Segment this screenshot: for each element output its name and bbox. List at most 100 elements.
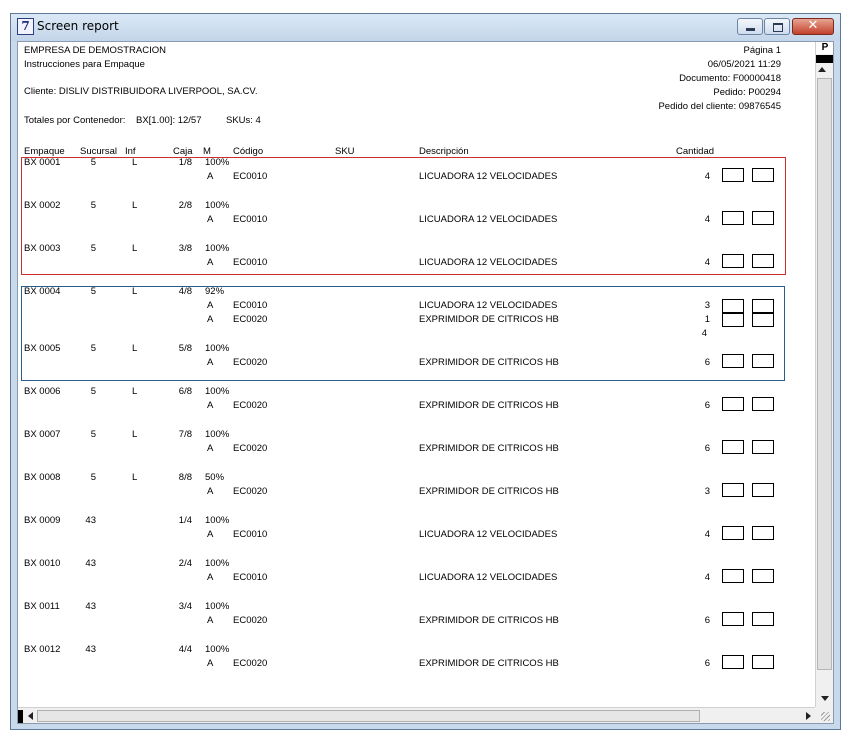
- item-m: A: [207, 615, 214, 626]
- row-empaque: BX 0007: [24, 429, 61, 440]
- horizontal-scroll-thumb[interactable]: [37, 710, 700, 722]
- check-box-b[interactable]: [752, 299, 774, 313]
- check-box-a[interactable]: [722, 440, 744, 454]
- row-caja: 7/8: [178, 429, 192, 440]
- item-codigo: EC0020: [233, 314, 268, 325]
- check-box-a[interactable]: [722, 354, 744, 368]
- item-m: A: [207, 529, 214, 540]
- item-codigo: EC0020: [233, 357, 268, 368]
- row-sucursal: 5: [90, 386, 96, 397]
- row-fill-percent: 100%: [205, 429, 230, 440]
- row-sucursal: 43: [85, 601, 96, 612]
- totals-label: Totales por Contenedor:: [24, 115, 126, 126]
- row-empaque: BX 0002: [24, 200, 61, 211]
- row-inf: L: [132, 286, 138, 297]
- item-m: A: [207, 400, 214, 411]
- check-box-b[interactable]: [752, 483, 774, 497]
- row-inf: L: [132, 472, 138, 483]
- maximize-icon: [773, 23, 783, 32]
- item-descripcion: LICUADORA 12 VELOCIDADES: [419, 171, 558, 182]
- check-box-a[interactable]: [722, 655, 744, 669]
- item-descripcion: EXPRIMIDOR DE CITRICOS HB: [419, 486, 559, 497]
- close-button[interactable]: ✕: [792, 18, 834, 35]
- row-inf: L: [132, 200, 138, 211]
- item-descripcion: EXPRIMIDOR DE CITRICOS HB: [419, 400, 559, 411]
- row-sucursal: 5: [90, 343, 96, 354]
- row-caja: 4/8: [178, 286, 192, 297]
- item-m: A: [207, 357, 214, 368]
- row-inf: L: [132, 386, 138, 397]
- row-caja: 6/8: [178, 386, 192, 397]
- row-fill-percent: 100%: [205, 343, 230, 354]
- check-box-b[interactable]: [752, 254, 774, 268]
- item-codigo: EC0010: [233, 300, 268, 311]
- check-box-a[interactable]: [722, 211, 744, 225]
- row-empaque: BX 0008: [24, 472, 61, 483]
- check-box-a[interactable]: [722, 526, 744, 540]
- row-fill-percent: 92%: [205, 286, 225, 297]
- check-box-a[interactable]: [722, 483, 744, 497]
- check-box-b[interactable]: [752, 211, 774, 225]
- item-codigo: EC0020: [233, 443, 268, 454]
- scroll-down-arrow-icon[interactable]: [821, 696, 829, 701]
- col-caja: Caja: [173, 146, 193, 157]
- check-box-a[interactable]: [722, 612, 744, 626]
- check-box-b[interactable]: [752, 440, 774, 454]
- check-box-b[interactable]: [752, 397, 774, 411]
- maximize-button[interactable]: [764, 18, 790, 35]
- item-m: A: [207, 257, 214, 268]
- check-box-b[interactable]: [752, 168, 774, 182]
- minimize-icon: [746, 28, 755, 31]
- item-codigo: EC0010: [233, 214, 268, 225]
- resize-grip[interactable]: [815, 707, 833, 723]
- vertical-scrollbar[interactable]: P: [815, 42, 833, 707]
- check-box-b[interactable]: [752, 612, 774, 626]
- item-codigo: EC0010: [233, 529, 268, 540]
- check-box-a[interactable]: [722, 313, 744, 327]
- item-cantidad: 3: [704, 300, 710, 311]
- order-number: Pedido: P00294: [713, 87, 781, 98]
- vertical-scroll-thumb[interactable]: [817, 78, 832, 670]
- totals-value: BX[1.00]: 12/57: [136, 115, 202, 126]
- row-fill-percent: 100%: [205, 558, 230, 569]
- check-box-a[interactable]: [722, 569, 744, 583]
- item-cantidad: 6: [704, 357, 710, 368]
- row-empaque: BX 0004: [24, 286, 61, 297]
- scroll-left-arrow-icon[interactable]: [28, 712, 33, 720]
- item-cantidad: 6: [704, 443, 710, 454]
- item-m: A: [207, 658, 214, 669]
- scroll-page-label: P: [816, 42, 833, 54]
- container-group-blue: [21, 286, 785, 381]
- item-m: A: [207, 443, 214, 454]
- item-descripcion: LICUADORA 12 VELOCIDADES: [419, 572, 558, 583]
- minimize-button[interactable]: [737, 18, 763, 35]
- scroll-right-arrow-icon[interactable]: [806, 712, 811, 720]
- title-bar[interactable]: 7 Screen report ✕: [11, 14, 840, 41]
- check-box-a[interactable]: [722, 254, 744, 268]
- check-box-b[interactable]: [752, 569, 774, 583]
- scroll-up-arrow-icon[interactable]: [818, 67, 826, 72]
- item-descripcion: LICUADORA 12 VELOCIDADES: [419, 529, 558, 540]
- document-number: Documento: F00000418: [679, 73, 781, 84]
- row-empaque: BX 0012: [24, 644, 61, 655]
- check-box-b[interactable]: [752, 526, 774, 540]
- check-box-b[interactable]: [752, 655, 774, 669]
- col-m: M: [203, 146, 211, 157]
- item-descripcion: LICUADORA 12 VELOCIDADES: [419, 300, 558, 311]
- check-box-a[interactable]: [722, 168, 744, 182]
- check-box-a[interactable]: [722, 397, 744, 411]
- row-empaque: BX 0011: [24, 601, 60, 612]
- row-sucursal: 43: [85, 558, 96, 569]
- item-codigo: EC0020: [233, 658, 268, 669]
- report-subtitle: Instrucciones para Empaque: [24, 59, 145, 70]
- item-codigo: EC0020: [233, 400, 268, 411]
- item-descripcion: EXPRIMIDOR DE CITRICOS HB: [419, 658, 559, 669]
- row-empaque: BX 0010: [24, 558, 61, 569]
- item-cantidad: 4: [704, 572, 710, 583]
- report-viewport: EMPRESA DE DEMOSTRACION Instrucciones pa…: [17, 41, 834, 724]
- item-cantidad: 1: [704, 314, 710, 325]
- check-box-b[interactable]: [752, 354, 774, 368]
- check-box-b[interactable]: [752, 313, 774, 327]
- check-box-a[interactable]: [722, 299, 744, 313]
- horizontal-scrollbar[interactable]: [18, 707, 815, 723]
